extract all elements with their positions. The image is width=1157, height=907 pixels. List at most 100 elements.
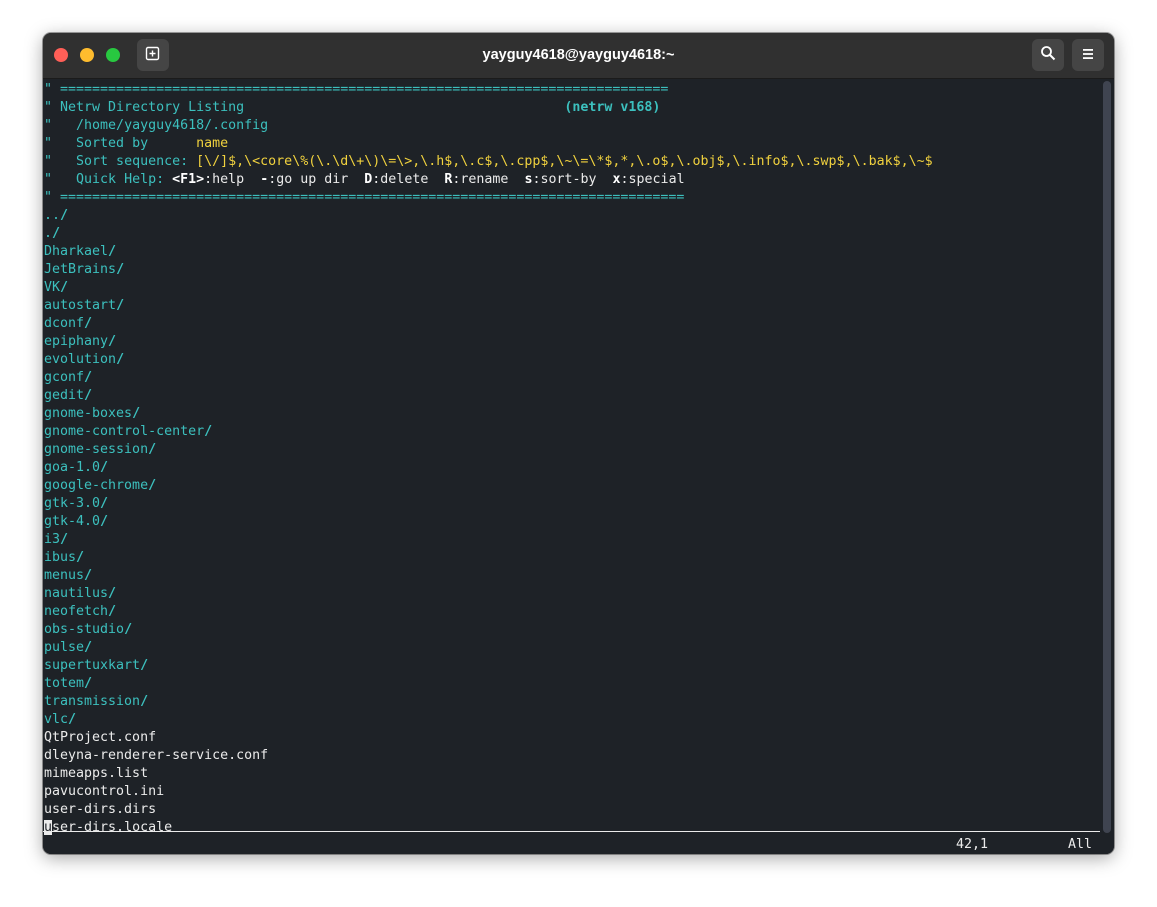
directory-slash: /	[84, 568, 93, 583]
list-item-directory[interactable]: gedit/	[44, 387, 933, 405]
file-list: QtProject.conf dleyna-renderer-service.co…	[44, 729, 933, 819]
directory-slash: /	[84, 316, 93, 331]
header-title-line: " Netrw Directory Listing (netrw v168)	[44, 100, 661, 115]
list-item-directory[interactable]: vlc/	[44, 711, 933, 729]
list-item-file[interactable]: pavucontrol.ini	[44, 783, 933, 801]
menu-button[interactable]	[1072, 39, 1104, 71]
directory-name: Dharkael	[44, 244, 109, 259]
maximize-window-button[interactable]	[106, 48, 120, 62]
list-item-directory[interactable]: ./	[44, 225, 933, 243]
terminal-content[interactable]: " ======================================…	[43, 79, 1114, 854]
quick-help-label: Quick Help:	[76, 172, 173, 187]
list-item-directory[interactable]: goa-1.0/	[44, 459, 933, 477]
header-sortseq-line: " Sort sequence: [\/]$,\<core\%(\.\d\+\)…	[44, 154, 933, 169]
help-desc: :rename	[452, 172, 525, 187]
minimize-window-button[interactable]	[80, 48, 94, 62]
new-tab-button[interactable]	[137, 39, 169, 71]
search-icon	[1040, 45, 1056, 65]
list-item-directory[interactable]: neofetch/	[44, 603, 933, 621]
directory-slash: /	[124, 622, 133, 637]
list-item-directory[interactable]: google-chrome/	[44, 477, 933, 495]
directory-name: .	[44, 226, 53, 241]
list-item-directory[interactable]: nautilus/	[44, 585, 933, 603]
list-item-directory[interactable]: gconf/	[44, 369, 933, 387]
list-item-file[interactable]: dleyna-renderer-service.conf	[44, 747, 933, 765]
close-window-button[interactable]	[54, 48, 68, 62]
list-item-directory[interactable]: pulse/	[44, 639, 933, 657]
directory-slash: /	[76, 550, 85, 565]
list-item-directory[interactable]: gnome-control-center/	[44, 423, 933, 441]
list-item-directory[interactable]: VK/	[44, 279, 933, 297]
directory-name: epiphany	[44, 334, 109, 349]
sort-sequence-label: Sort sequence:	[76, 154, 197, 169]
directory-name: gnome-control-center	[44, 424, 205, 439]
directory-name: dconf	[44, 316, 85, 331]
help-desc: :sort-by	[532, 172, 613, 187]
directory-slash: /	[52, 226, 61, 241]
search-button[interactable]	[1032, 39, 1064, 71]
netrw-listing: " ======================================…	[44, 81, 933, 837]
directory-name: ibus	[44, 550, 77, 565]
directory-slash: /	[100, 514, 109, 529]
list-item-directory[interactable]: epiphany/	[44, 333, 933, 351]
list-item-directory[interactable]: evolution/	[44, 351, 933, 369]
help-desc: :special	[620, 172, 685, 187]
list-item-file[interactable]: QtProject.conf	[44, 729, 933, 747]
sorted-by-value: name	[196, 136, 229, 151]
directory-slash: /	[84, 370, 93, 385]
list-item-directory[interactable]: supertuxkart/	[44, 657, 933, 675]
directory-slash: /	[84, 676, 93, 691]
vim-status-line: 42,1 All	[43, 831, 1100, 852]
directory-name: nautilus	[44, 586, 109, 601]
title-bar[interactable]: yayguy4618@yayguy4618:~	[43, 33, 1114, 79]
directory-name: gedit	[44, 388, 85, 403]
directory-slash: /	[204, 424, 213, 439]
terminal-window: yayguy4618@yayguy4618:~ " ==============…	[43, 33, 1114, 854]
directory-name: gnome-boxes	[44, 406, 133, 421]
header-separator-bottom: " ======================================…	[44, 190, 685, 205]
current-path: /home/yayguy4618/.config	[76, 118, 269, 133]
directory-slash: /	[116, 262, 125, 277]
directory-name: vlc	[44, 712, 69, 727]
directory-slash: /	[108, 586, 117, 601]
window-title: yayguy4618@yayguy4618:~	[482, 47, 675, 63]
list-item-directory[interactable]: totem/	[44, 675, 933, 693]
directory-name: google-chrome	[44, 478, 149, 493]
list-item-directory[interactable]: gnome-boxes/	[44, 405, 933, 423]
help-key: -	[260, 172, 269, 187]
help-key: x	[612, 172, 621, 187]
list-item-file[interactable]: mimeapps.list	[44, 765, 933, 783]
list-item-directory[interactable]: Dharkael/	[44, 243, 933, 261]
sorted-by-label: Sorted by	[76, 136, 197, 151]
directory-slash: /	[84, 640, 93, 655]
list-item-directory[interactable]: i3/	[44, 531, 933, 549]
directory-name: evolution	[44, 352, 117, 367]
help-key: <F1>	[172, 172, 205, 187]
help-desc: :help	[204, 172, 261, 187]
list-item-directory[interactable]: gtk-3.0/	[44, 495, 933, 513]
list-item-directory[interactable]: gnome-session/	[44, 441, 933, 459]
list-item-directory[interactable]: transmission/	[44, 693, 933, 711]
scrollbar[interactable]	[1103, 81, 1111, 833]
list-item-directory[interactable]: obs-studio/	[44, 621, 933, 639]
list-item-directory[interactable]: ../	[44, 207, 933, 225]
list-item-file[interactable]: user-dirs.dirs	[44, 801, 933, 819]
list-item-directory[interactable]: autostart/	[44, 297, 933, 315]
directory-slash: /	[140, 658, 149, 673]
directory-slash: /	[84, 388, 93, 403]
directory-slash: /	[108, 604, 117, 619]
directory-slash: /	[132, 406, 141, 421]
directory-name: gconf	[44, 370, 85, 385]
header-sorted-line: " Sorted by name	[44, 136, 229, 151]
netrw-version: (netrw v168)	[564, 100, 661, 115]
list-item-directory[interactable]: gtk-4.0/	[44, 513, 933, 531]
directory-name: JetBrains	[44, 262, 117, 277]
directory-name: supertuxkart	[44, 658, 141, 673]
directory-name: autostart	[44, 298, 117, 313]
list-item-directory[interactable]: JetBrains/	[44, 261, 933, 279]
list-item-directory[interactable]: ibus/	[44, 549, 933, 567]
directory-name: transmission	[44, 694, 141, 709]
list-item-directory[interactable]: dconf/	[44, 315, 933, 333]
list-item-directory[interactable]: menus/	[44, 567, 933, 585]
directory-slash: /	[60, 208, 69, 223]
